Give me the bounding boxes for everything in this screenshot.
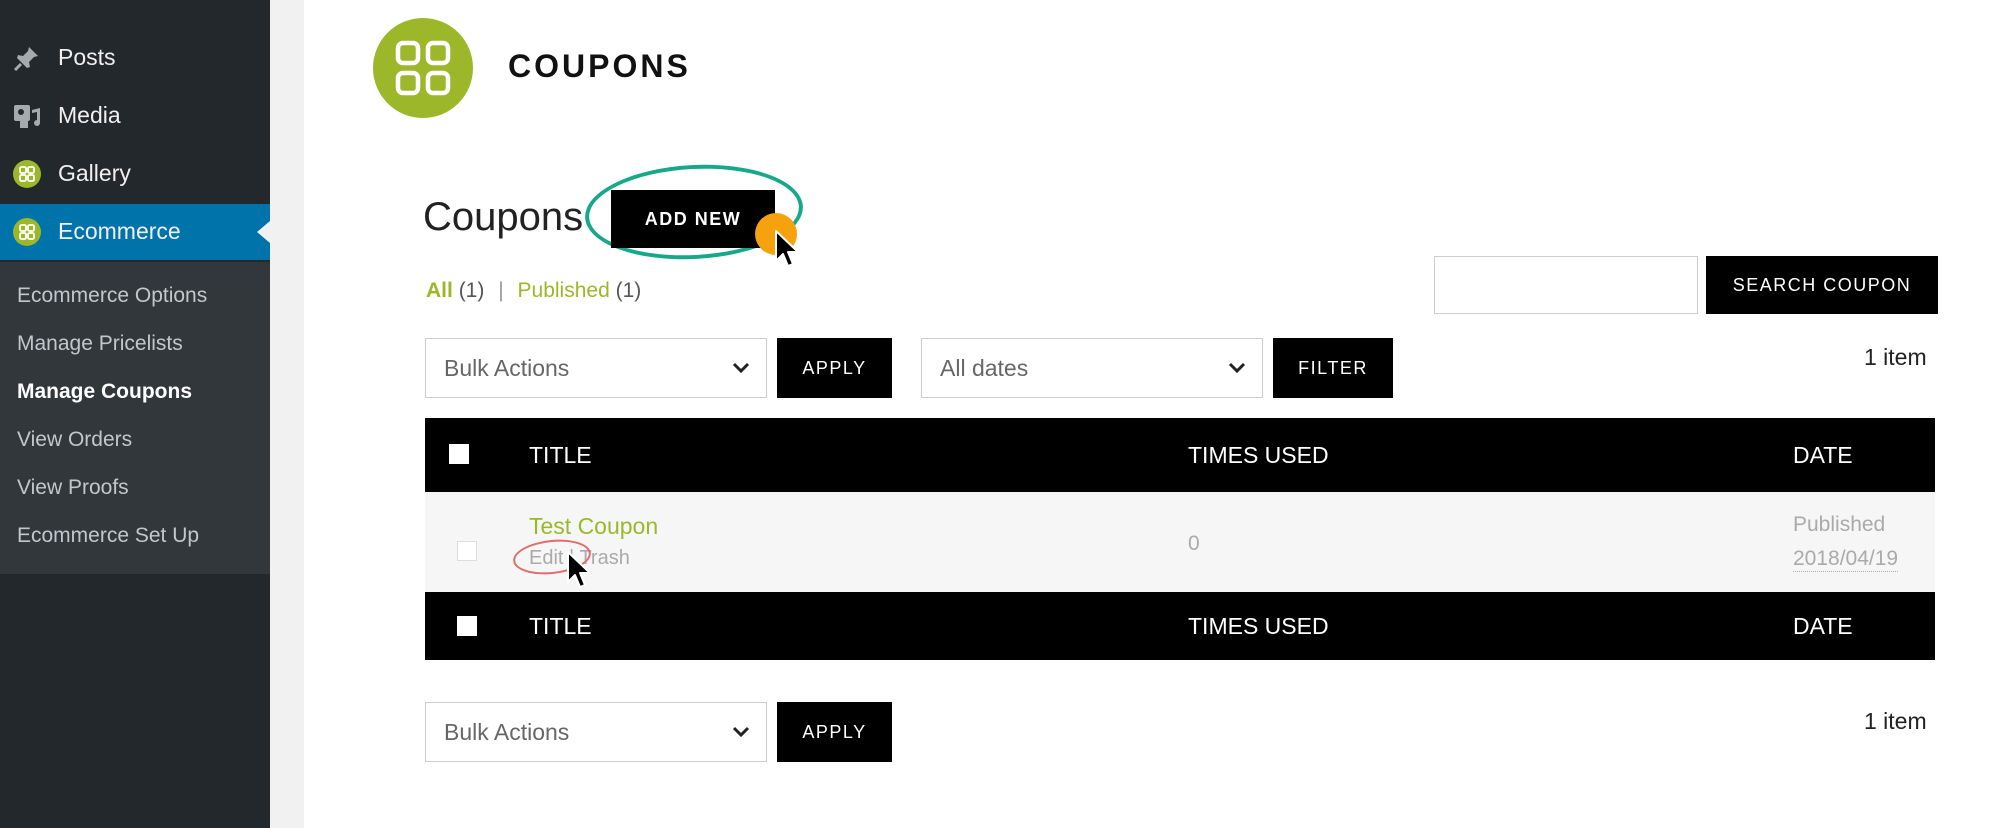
content-gutter xyxy=(270,0,304,828)
filter-button[interactable]: FILTER xyxy=(1273,338,1393,398)
submenu-manage-coupons[interactable]: Manage Coupons xyxy=(17,380,192,404)
submenu-view-proofs[interactable]: View Proofs xyxy=(17,476,129,500)
coupons-logo xyxy=(373,18,473,118)
search-coupon-input[interactable] xyxy=(1434,256,1698,314)
media-icon xyxy=(14,105,40,128)
row-checkbox[interactable] xyxy=(457,541,477,561)
page-title: COUPONS xyxy=(508,48,691,84)
publish-status: Published xyxy=(1793,513,1886,536)
ecommerce-grid-icon xyxy=(13,218,41,246)
menu-item-media[interactable]: Media xyxy=(0,88,270,144)
menu-label: Gallery xyxy=(58,160,131,186)
view-all-count: (1) xyxy=(458,279,485,302)
search-coupon-button[interactable]: SEARCH COUPON xyxy=(1706,256,1938,314)
admin-sidebar: Posts Media Gallery Ecommerce Ecommerce … xyxy=(0,0,270,828)
column-times-used: TIMES USED xyxy=(1188,442,1329,468)
apply-button-top[interactable]: APPLY xyxy=(777,338,892,398)
mouse-cursor-icon xyxy=(567,551,591,588)
submenu-view-orders[interactable]: View Orders xyxy=(17,428,132,452)
view-filters: All (1) | Published (1) xyxy=(426,279,641,303)
publish-date: 2018/04/19 xyxy=(1793,547,1899,572)
chevron-down-icon xyxy=(732,726,750,738)
grid-icon xyxy=(395,40,451,96)
bulk-actions-select-bottom[interactable]: Bulk Actions xyxy=(425,702,767,762)
column-date-footer[interactable]: DATE xyxy=(1793,613,1853,640)
bulk-actions-value: Bulk Actions xyxy=(444,719,570,745)
mouse-cursor-icon xyxy=(775,230,799,267)
table-row: Test Coupon Edit | Trash 0 Published 201… xyxy=(425,492,1935,592)
times-used-value: 0 xyxy=(1188,532,1200,555)
column-times-used-footer: TIMES USED xyxy=(1188,613,1329,639)
column-date[interactable]: DATE xyxy=(1793,442,1853,469)
menu-label: Ecommerce xyxy=(58,218,181,244)
menu-item-posts[interactable]: Posts xyxy=(0,30,270,86)
select-all-checkbox[interactable] xyxy=(449,444,469,464)
item-count-top: 1 item xyxy=(1864,344,1927,370)
table-footer: TITLE TIMES USED DATE xyxy=(425,592,1935,660)
chevron-down-icon xyxy=(732,362,750,374)
dates-select[interactable]: All dates xyxy=(921,338,1263,398)
view-published-count: (1) xyxy=(615,279,642,302)
bulk-actions-select[interactable]: Bulk Actions xyxy=(425,338,767,398)
chevron-down-icon xyxy=(1228,362,1246,374)
apply-button-bottom[interactable]: APPLY xyxy=(777,702,892,762)
view-published-link[interactable]: Published xyxy=(518,279,610,302)
menu-item-ecommerce[interactable]: Ecommerce xyxy=(0,204,270,260)
ecommerce-submenu: Ecommerce Options Manage Pricelists Mana… xyxy=(0,262,270,574)
item-count-bottom: 1 item xyxy=(1864,708,1927,734)
view-separator: | xyxy=(498,279,504,302)
gallery-grid-icon xyxy=(13,160,41,188)
submenu-manage-pricelists[interactable]: Manage Pricelists xyxy=(17,332,183,356)
bulk-actions-value: Bulk Actions xyxy=(444,355,570,381)
dates-value: All dates xyxy=(940,355,1029,381)
coupon-title-link[interactable]: Test Coupon xyxy=(529,513,658,540)
submenu-ecommerce-options[interactable]: Ecommerce Options xyxy=(17,284,207,308)
menu-label: Posts xyxy=(58,44,116,70)
column-title-footer[interactable]: TITLE xyxy=(529,613,592,640)
table-header: TITLE TIMES USED DATE xyxy=(425,418,1935,492)
active-indicator xyxy=(257,221,270,243)
submenu-ecommerce-setup[interactable]: Ecommerce Set Up xyxy=(17,524,199,548)
column-title[interactable]: TITLE xyxy=(529,442,592,469)
pushpin-icon xyxy=(13,47,38,72)
select-all-checkbox-footer[interactable] xyxy=(457,616,477,636)
menu-label: Media xyxy=(58,102,121,128)
view-all-link[interactable]: All xyxy=(426,279,453,302)
coupons-heading: Coupons xyxy=(423,195,584,239)
menu-item-gallery[interactable]: Gallery xyxy=(0,146,270,202)
add-new-button[interactable]: ADD NEW xyxy=(611,190,775,248)
